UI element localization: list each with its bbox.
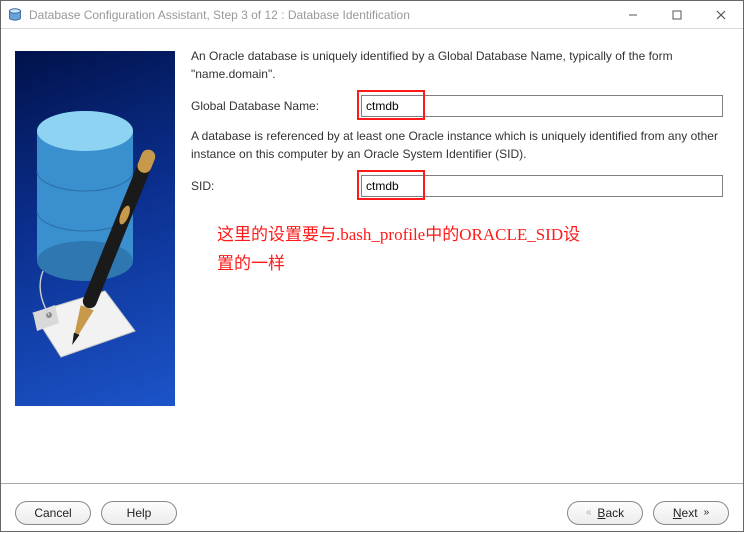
intro-text: An Oracle database is uniquely identifie… [191,47,723,83]
titlebar: Database Configuration Assistant, Step 3… [1,1,743,29]
chevron-left-icon: « [586,507,592,518]
help-button[interactable]: Help [101,501,177,525]
minimize-button[interactable] [611,1,655,29]
next-button-label: Next [673,506,698,520]
sid-row: SID: [191,175,723,197]
sid-input[interactable] [361,175,723,197]
main-panel: An Oracle database is uniquely identifie… [1,29,743,483]
wizard-illustration [15,51,175,406]
chevron-right-icon: » [704,507,710,518]
help-button-label: Help [127,506,152,520]
global-db-label: Global Database Name: [191,99,361,113]
sid-description: A database is referenced by at least one… [191,127,723,163]
cancel-button[interactable]: Cancel [15,501,91,525]
back-button-label: Back [597,506,624,520]
cancel-button-label: Cancel [34,506,71,520]
sid-label: SID: [191,179,361,193]
global-db-row: Global Database Name: [191,95,723,117]
wizard-button-bar: Cancel Help « Back Next » [1,483,743,531]
next-button[interactable]: Next » [653,501,729,525]
maximize-button[interactable] [655,1,699,29]
chinese-annotation: 这里的设置要与.bash_profile中的ORACLE_SID设置的一样 [217,221,597,279]
window-title: Database Configuration Assistant, Step 3… [29,8,611,22]
close-button[interactable] [699,1,743,29]
back-button[interactable]: « Back [567,501,643,525]
form-area: An Oracle database is uniquely identifie… [191,43,729,469]
window-root: Database Configuration Assistant, Step 3… [0,0,744,532]
app-icon [7,7,23,23]
global-db-name-input[interactable] [361,95,723,117]
